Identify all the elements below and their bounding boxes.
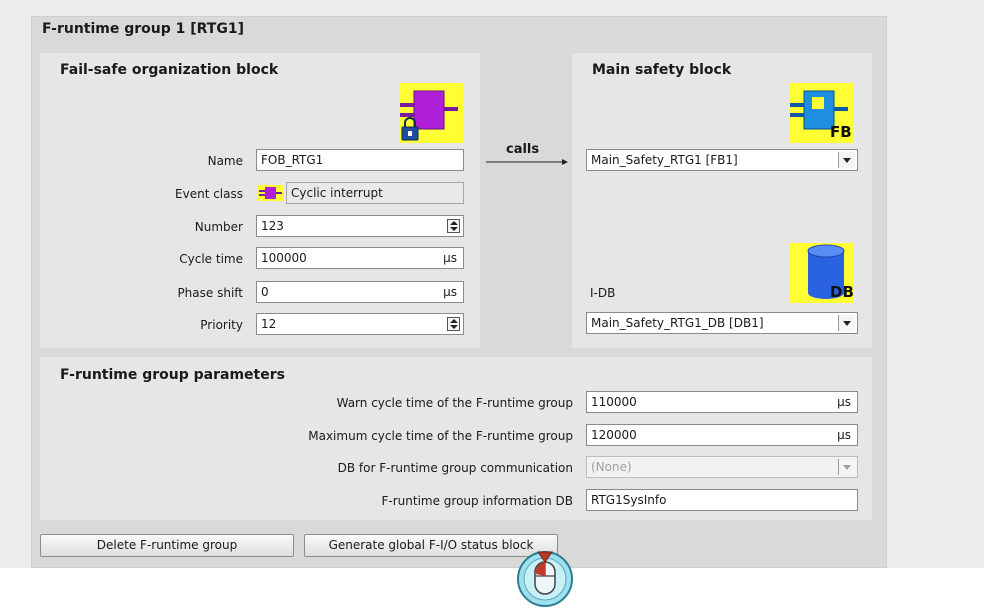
chevron-down-icon [838, 459, 855, 475]
fb-block-icon: FB [790, 83, 853, 143]
idb-select[interactable]: Main_Safety_RTG1_DB [DB1] [586, 312, 858, 334]
chevron-down-icon[interactable] [838, 152, 855, 168]
calls-label: calls [506, 142, 540, 157]
group-title: F-runtime group 1 [RTG1] [42, 21, 244, 37]
db-block-icon: DB [790, 243, 854, 303]
mouse-click-icon [514, 548, 576, 610]
max-cycle-label: Maximum cycle time of the F-runtime grou… [308, 429, 573, 443]
priority-stepper[interactable]: 12 [256, 313, 464, 335]
cycle-time-unit: µs [443, 251, 457, 265]
cycle-time-label: Cycle time [179, 252, 243, 266]
delete-group-button[interactable]: Delete F-runtime group [40, 534, 294, 557]
max-cycle-input[interactable]: 120000 µs [586, 424, 858, 446]
number-stepper[interactable]: 123 [256, 215, 464, 237]
warn-cycle-unit: µs [837, 395, 851, 409]
phase-shift-unit: µs [443, 285, 457, 299]
params-heading: F-runtime group parameters [60, 367, 285, 383]
db-icon-text: DB [830, 283, 854, 301]
number-spin-icon[interactable] [447, 219, 460, 233]
event-class-field: Cyclic interrupt [286, 182, 464, 204]
info-db-input[interactable]: RTG1SysInfo [586, 489, 858, 511]
number-label: Number [194, 220, 243, 234]
phase-shift-input[interactable]: 0 µs [256, 281, 464, 303]
info-db-label: F-runtime group information DB [381, 494, 573, 508]
max-cycle-unit: µs [837, 428, 851, 442]
calls-arrow-icon [486, 156, 570, 168]
name-input[interactable]: FOB_RTG1 [256, 149, 464, 171]
phase-shift-label: Phase shift [177, 286, 243, 300]
priority-label: Priority [200, 318, 243, 332]
warn-cycle-input[interactable]: 110000 µs [586, 391, 858, 413]
comm-db-select: (None) [586, 456, 858, 478]
priority-spin-icon[interactable] [447, 317, 460, 331]
warn-cycle-label: Warn cycle time of the F-runtime group [336, 396, 573, 410]
cyclic-ob-icon [256, 182, 286, 204]
idb-label: I-DB [590, 286, 616, 300]
name-label: Name [207, 154, 243, 168]
cycle-time-input[interactable]: 100000 µs [256, 247, 464, 269]
fb-icon-text: FB [830, 123, 852, 141]
main-safety-block-select[interactable]: Main_Safety_RTG1 [FB1] [586, 149, 858, 171]
fob-block-icon [400, 83, 463, 143]
chevron-down-icon[interactable] [838, 315, 855, 331]
comm-db-label: DB for F-runtime group communication [337, 461, 573, 475]
event-class-label: Event class [175, 187, 243, 201]
main-safety-heading: Main safety block [592, 62, 732, 78]
fob-heading: Fail-safe organization block [60, 62, 279, 78]
